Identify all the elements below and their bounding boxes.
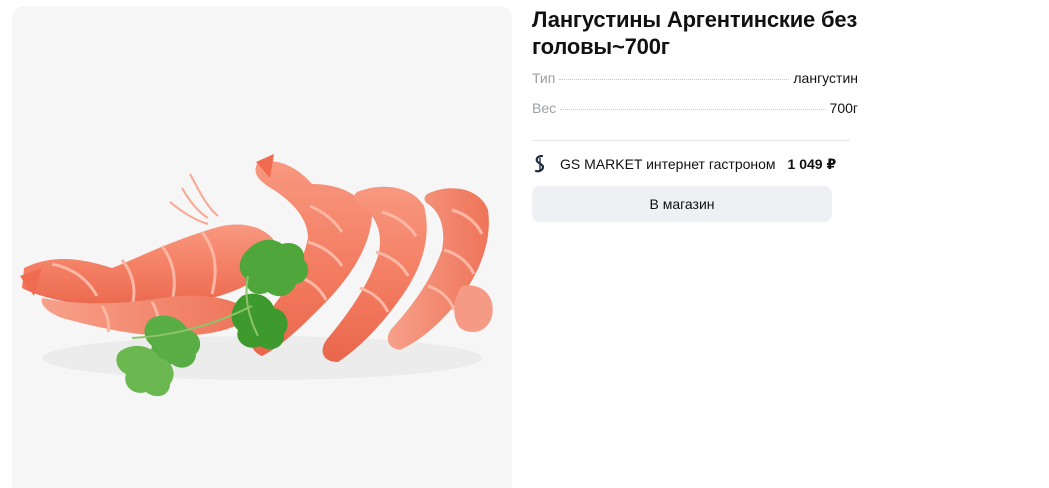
product-specs: Тип лангустин Вес 700г: [532, 70, 858, 130]
spec-label: Тип: [532, 70, 556, 86]
spec-value: 700г: [829, 100, 858, 116]
product-offer-page: Лангустины Аргентинские без головы~700г …: [0, 0, 1049, 488]
shrimp-left: [20, 173, 280, 312]
go-to-shop-button[interactable]: В магазин: [532, 186, 832, 222]
section-divider: [532, 140, 850, 141]
product-title[interactable]: Лангустины Аргентинские без головы~700г: [532, 6, 892, 60]
spec-dots-divider: [559, 79, 790, 80]
spec-dots-divider: [560, 109, 826, 110]
spec-label: Вес: [532, 100, 557, 116]
spec-row-weight: Вес 700г: [532, 100, 858, 130]
langoustine-illustration: [20, 154, 493, 397]
product-info: Лангустины Аргентинские без головы~700г …: [532, 6, 892, 222]
shop-name[interactable]: GS MARKET интернет гастроном: [560, 156, 776, 172]
shop-logo-icon: [532, 155, 548, 173]
shop-offer: GS MARKET интернет гастроном 1 049 ₽: [532, 153, 892, 175]
price: 1 049 ₽: [787, 155, 837, 172]
spec-row-type: Тип лангустин: [532, 70, 858, 100]
product-image[interactable]: [12, 6, 512, 488]
spec-value: лангустин: [793, 70, 858, 86]
